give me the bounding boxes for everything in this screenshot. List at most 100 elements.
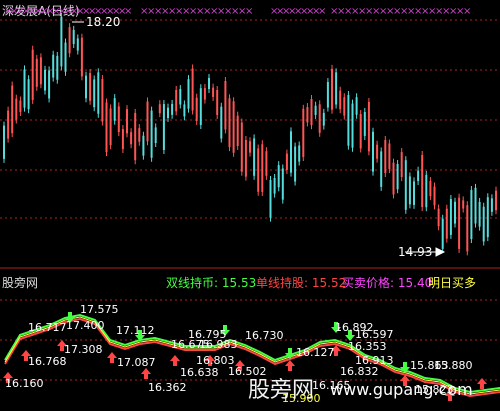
candle (97, 68, 100, 118)
candle (351, 99, 354, 152)
candle (384, 135, 387, 178)
candle (171, 99, 174, 119)
candle (23, 65, 26, 112)
legend-item-hold-cash: 双线持币: 15.53 (166, 276, 257, 290)
candle (105, 98, 108, 157)
candle (142, 131, 145, 160)
candle (462, 196, 465, 213)
value-label: 16.127 (296, 346, 335, 359)
candle (495, 186, 497, 215)
candle (339, 86, 342, 114)
legend-item-tomorrow-buy: 明日买多 (428, 276, 477, 290)
candle (322, 108, 325, 130)
candle (326, 78, 329, 112)
candle (363, 108, 366, 140)
candle (310, 94, 313, 130)
candle (343, 93, 346, 120)
candle (367, 97, 370, 156)
candle (236, 111, 239, 151)
candle (121, 125, 124, 154)
candle (392, 158, 395, 199)
candle (261, 140, 264, 196)
candle (314, 101, 317, 119)
watermark-logo: 股旁网 (248, 378, 315, 403)
candle (331, 64, 333, 114)
buy-arrow (107, 352, 117, 363)
candle (449, 195, 452, 239)
top-marker-row: ××××××××××××××××××××× ×××××××××××××××× ×××… (4, 6, 471, 17)
value-label: 17.575 (80, 303, 119, 316)
candle (76, 34, 79, 55)
candle (306, 103, 309, 127)
candle (470, 185, 473, 244)
candle (441, 214, 444, 253)
value-label: 16.160 (5, 377, 44, 390)
candle (138, 124, 141, 146)
candle (11, 81, 14, 138)
candle (404, 156, 407, 214)
candle (454, 197, 456, 228)
value-label: 16.730 (245, 329, 284, 342)
candle (216, 85, 219, 119)
top-grid (0, 19, 500, 219)
candle (15, 94, 18, 124)
value-label: 16.362 (148, 381, 187, 394)
candle (298, 141, 301, 166)
value-label: 17.087 (117, 356, 156, 369)
candle (478, 197, 481, 231)
candle (48, 66, 51, 103)
candle (265, 147, 268, 180)
candle (72, 25, 75, 48)
candle (253, 134, 256, 180)
candle (429, 177, 432, 201)
candle (19, 96, 22, 116)
candle (60, 12, 63, 71)
candle (232, 97, 235, 157)
candle (146, 97, 149, 146)
candle (167, 103, 169, 122)
candle (203, 84, 206, 104)
candle (359, 110, 362, 153)
candle (269, 176, 272, 222)
value-label: 17.400 (66, 319, 105, 332)
candle (281, 164, 284, 204)
candle (56, 51, 59, 84)
candle (64, 38, 67, 76)
candle (335, 68, 338, 109)
candle (400, 148, 403, 182)
candle (425, 170, 428, 212)
value-label: 16.638 (180, 366, 219, 379)
candle (257, 144, 260, 196)
candle (93, 75, 96, 112)
candle (85, 71, 87, 103)
candle (433, 182, 436, 210)
candle (318, 100, 321, 137)
candlestick-series (3, 12, 497, 256)
candle (380, 147, 383, 191)
candle (228, 94, 231, 152)
candle (273, 174, 276, 198)
candle (482, 202, 485, 246)
candle (490, 194, 493, 216)
candle (89, 68, 92, 105)
candle (474, 183, 477, 228)
marker-x: × (463, 6, 471, 17)
legend-item-trade-price: 买卖价格: 15.40 (342, 276, 433, 290)
marker-x: × (318, 6, 326, 17)
candle (183, 100, 186, 121)
candle (208, 73, 210, 94)
candle (52, 50, 55, 82)
indicator-title: 股旁网 (2, 276, 39, 290)
candle (109, 104, 112, 150)
value-label: 16.768 (28, 355, 67, 368)
buy-arrow (170, 355, 180, 366)
legend-item-hold-stock: 单线持股: 15.52 (256, 276, 347, 290)
candle (421, 151, 424, 211)
value-label: 16.832 (340, 365, 379, 378)
candle (240, 118, 243, 176)
candle (27, 75, 30, 114)
candle (408, 172, 411, 209)
candle (347, 90, 350, 150)
candle (244, 136, 247, 181)
value-label: 16.717 (28, 321, 67, 334)
